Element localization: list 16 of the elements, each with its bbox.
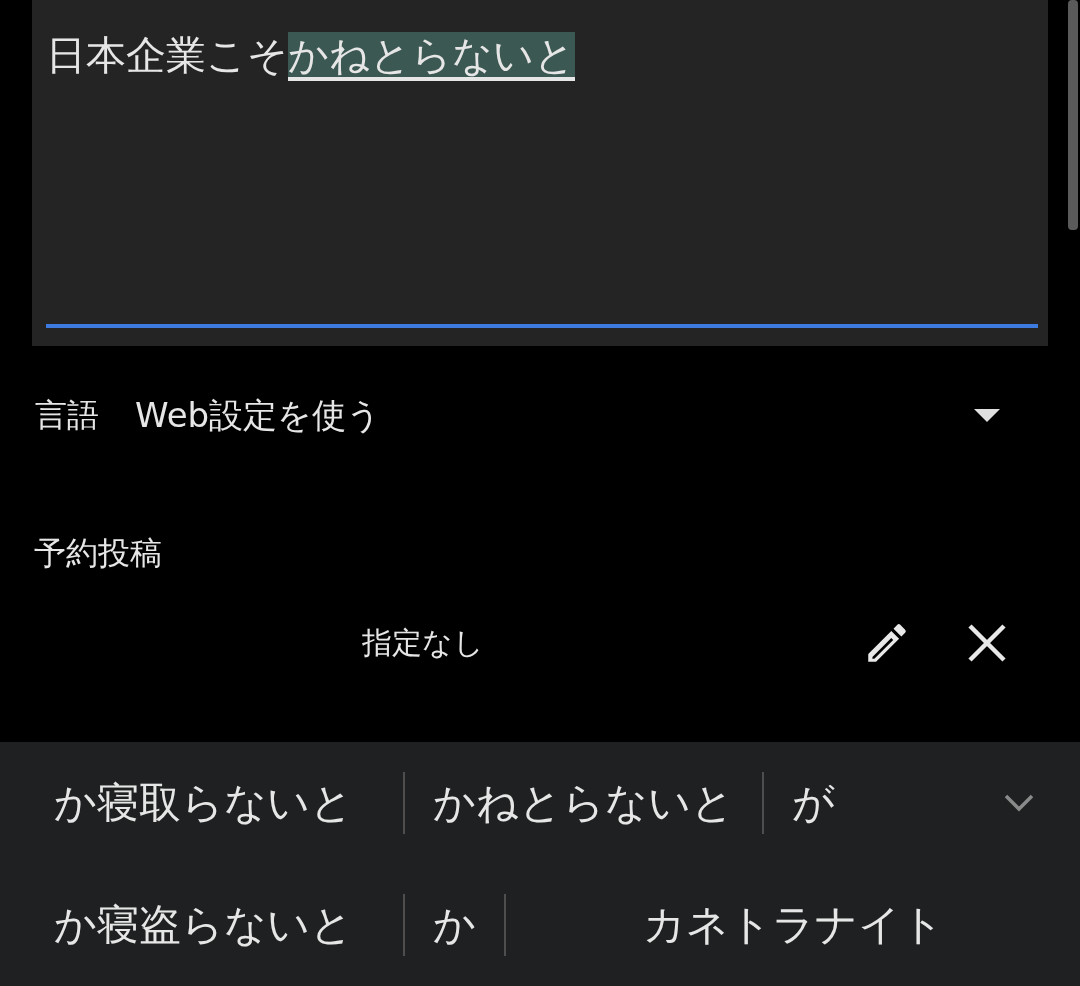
text-input-field[interactable]: 日本企業こそかねとらないと [32,0,1048,346]
language-dropdown[interactable]: Web設定を使う [135,393,1080,439]
candidate-item[interactable]: カネトラナイト [506,897,1080,953]
expand-chevron-icon[interactable] [1004,794,1034,812]
candidate-item[interactable]: か寝取らないと [0,775,403,831]
candidate-item[interactable]: か寝盗らないと [0,897,403,953]
candidate-item[interactable]: が [764,775,863,831]
candidate-item[interactable]: か [405,897,504,953]
composing-text: かねとらないと [288,32,575,78]
schedule-value: 指定なし [362,623,485,662]
schedule-label: 予約投稿 [33,533,163,574]
typed-text: 日本企業こそ [46,32,288,78]
close-icon[interactable] [967,623,1007,663]
candidate-item[interactable]: かねとらないと [405,775,762,831]
language-label: 言語 [35,395,99,436]
dropdown-arrow-icon [974,409,1000,423]
